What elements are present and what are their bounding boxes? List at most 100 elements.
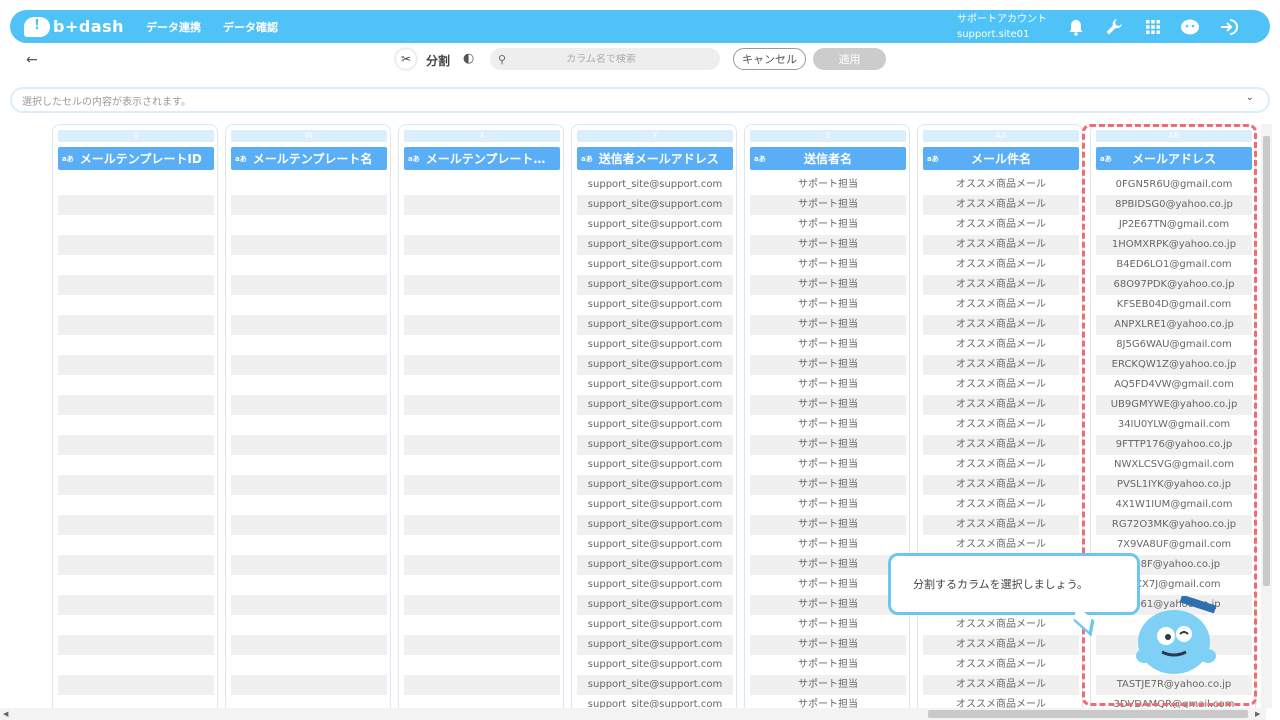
grid-cell[interactable]: サポート担当	[750, 635, 906, 655]
grid-cell[interactable]	[231, 275, 387, 295]
grid-cell[interactable]	[231, 475, 387, 495]
grid-cell[interactable]: オススメ商品メール	[923, 415, 1079, 435]
grid-cell[interactable]: support_site@support.com	[577, 655, 733, 675]
grid-cell[interactable]: 68O97PDK@yahoo.co.jp	[1096, 275, 1252, 295]
grid-cell[interactable]: RG72O3MK@yahoo.co.jp	[1096, 515, 1252, 535]
grid-cell[interactable]: support_site@support.com	[577, 275, 733, 295]
grid-cell[interactable]: サポート担当	[750, 275, 906, 295]
grid-cell[interactable]: オススメ商品メール	[923, 615, 1079, 635]
grid-cell[interactable]	[58, 295, 214, 315]
grid-cell[interactable]: サポート担当	[750, 615, 906, 635]
grid-cell[interactable]: support_site@support.com	[577, 375, 733, 395]
grid-cell[interactable]	[231, 295, 387, 315]
grid-cell[interactable]	[231, 455, 387, 475]
grid-cell[interactable]	[58, 275, 214, 295]
column-header[interactable]: aあ メールアドレス	[1096, 147, 1252, 170]
grid-cell[interactable]	[404, 295, 560, 315]
grid-cell[interactable]	[404, 195, 560, 215]
grid-cell[interactable]: support_site@support.com	[577, 215, 733, 235]
grid-cell[interactable]	[231, 675, 387, 695]
grid-cell[interactable]	[404, 555, 560, 575]
grid-cell[interactable]: オススメ商品メール	[923, 355, 1079, 375]
horizontal-scrollbar[interactable]: ◀ ▶	[0, 708, 1266, 720]
grid-cell[interactable]	[58, 175, 214, 195]
grid-cell[interactable]: support_site@support.com	[577, 675, 733, 695]
grid-cell[interactable]	[58, 395, 214, 415]
cell-content-bar[interactable]: 選択したセルの内容が表示されます。 ⌄	[10, 87, 1270, 113]
grid-cell[interactable]	[404, 175, 560, 195]
grid-cell[interactable]: UB9GMYWE@yahoo.co.jp	[1096, 395, 1252, 415]
grid-cell[interactable]: サポート担当	[750, 675, 906, 695]
nav-data-check[interactable]: データ確認	[223, 19, 278, 35]
column-header[interactable]: aあ メールテンプレート名	[231, 147, 387, 170]
grid-cell[interactable]: サポート担当	[750, 215, 906, 235]
grid-cell[interactable]: オススメ商品メール	[923, 195, 1079, 215]
grid-cell[interactable]: support_site@support.com	[577, 355, 733, 375]
grid-cell[interactable]: support_site@support.com	[577, 695, 733, 708]
grid-cell[interactable]: サポート担当	[750, 315, 906, 335]
column-search-input[interactable]	[506, 53, 697, 65]
apply-button[interactable]: 適用	[813, 48, 886, 70]
grid-cell[interactable]: サポート担当	[750, 355, 906, 375]
grid-cell[interactable]	[58, 515, 214, 535]
grid-cell[interactable]: オススメ商品メール	[923, 315, 1079, 335]
grid-cell[interactable]	[58, 195, 214, 215]
grid-cell[interactable]: オススメ商品メール	[923, 275, 1079, 295]
mascot-help-icon[interactable]	[1180, 17, 1200, 37]
grid-cell[interactable]	[404, 315, 560, 335]
grid-cell[interactable]	[404, 455, 560, 475]
grid-cell[interactable]	[58, 375, 214, 395]
grid-cell[interactable]: 8J5G6WAU@gmail.com	[1096, 335, 1252, 355]
grid-cell[interactable]: 9FTTP176@yahoo.co.jp	[1096, 435, 1252, 455]
grid-cell[interactable]: サポート担当	[750, 375, 906, 395]
grid-cell[interactable]: オススメ商品メール	[923, 655, 1079, 675]
grid-cell[interactable]	[404, 535, 560, 555]
grid-cell[interactable]: サポート担当	[750, 395, 906, 415]
back-arrow-icon[interactable]: ←	[26, 52, 38, 68]
grid-cell[interactable]: AQ5FD4VW@gmail.com	[1096, 375, 1252, 395]
grid-cell[interactable]	[58, 695, 214, 708]
grid-cell[interactable]	[58, 535, 214, 555]
grid-cell[interactable]	[231, 315, 387, 335]
grid-cell[interactable]: support_site@support.com	[577, 255, 733, 275]
grid-cell[interactable]	[58, 555, 214, 575]
bell-icon[interactable]	[1066, 17, 1086, 37]
grid-cell[interactable]: ANPXLRE1@yahoo.co.jp	[1096, 315, 1252, 335]
grid-column[interactable]: Waあ メールテンプレート名	[225, 124, 391, 708]
grid-cell[interactable]: サポート担当	[750, 235, 906, 255]
grid-cell[interactable]: サポート担当	[750, 535, 906, 555]
grid-cell[interactable]	[404, 235, 560, 255]
grid-cell[interactable]: 1HOMXRPK@yahoo.co.jp	[1096, 235, 1252, 255]
grid-cell[interactable]	[231, 515, 387, 535]
grid-cell[interactable]	[58, 655, 214, 675]
grid-cell[interactable]: support_site@support.com	[577, 175, 733, 195]
grid-cell[interactable]: オススメ商品メール	[923, 395, 1079, 415]
grid-cell[interactable]: サポート担当	[750, 515, 906, 535]
grid-cell[interactable]	[231, 395, 387, 415]
grid-cell[interactable]: support_site@support.com	[577, 315, 733, 335]
grid-cell[interactable]	[58, 675, 214, 695]
grid-cell[interactable]	[404, 355, 560, 375]
grid-cell[interactable]	[58, 595, 214, 615]
grid-cell[interactable]	[58, 255, 214, 275]
grid-cell[interactable]: オススメ商品メール	[923, 675, 1079, 695]
grid-cell[interactable]: support_site@support.com	[577, 555, 733, 575]
grid-cell[interactable]: サポート担当	[750, 295, 906, 315]
grid-cell[interactable]	[231, 355, 387, 375]
column-header[interactable]: aあ 送信者名	[750, 147, 906, 170]
cancel-button[interactable]: キャンセル	[733, 48, 806, 70]
grid-cell[interactable]: オススメ商品メール	[923, 515, 1079, 535]
grid-cell[interactable]: support_site@support.com	[577, 595, 733, 615]
scroll-right-icon[interactable]: ▶	[1255, 710, 1260, 718]
grid-cell[interactable]: オススメ商品メール	[923, 335, 1079, 355]
grid-cell[interactable]	[231, 555, 387, 575]
grid-cell[interactable]: オススメ商品メール	[923, 175, 1079, 195]
logout-icon[interactable]	[1219, 17, 1239, 37]
app-logo[interactable]: b+dash	[24, 16, 134, 37]
grid-cell[interactable]: support_site@support.com	[577, 515, 733, 535]
grid-cell[interactable]: 34IU0YLW@gmail.com	[1096, 415, 1252, 435]
grid-cell[interactable]	[58, 415, 214, 435]
grid-cell[interactable]	[231, 615, 387, 635]
grid-cell[interactable]	[231, 495, 387, 515]
grid-cell[interactable]	[404, 375, 560, 395]
